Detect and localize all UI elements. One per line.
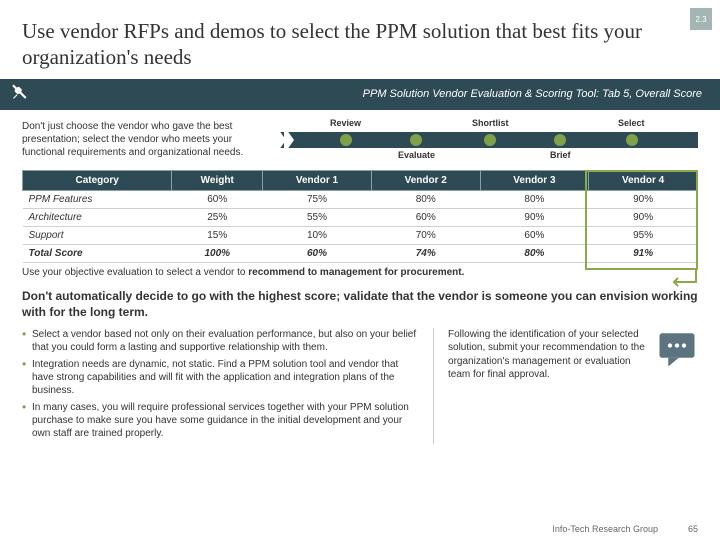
footer-org: Info-Tech Research Group xyxy=(552,524,658,534)
table-header: Category xyxy=(23,170,172,190)
tool-banner: PPM Solution Vendor Evaluation & Scoring… xyxy=(0,79,720,110)
step-brief: Brief xyxy=(550,150,571,160)
intro-text: Don't just choose the vendor who gave th… xyxy=(22,120,270,159)
chat-icon xyxy=(656,328,698,370)
use-objective-text: Use your objective evaluation to select … xyxy=(22,267,698,278)
page-title: Use vendor RFPs and demos to select the … xyxy=(22,18,698,71)
step-shortlist: Shortlist xyxy=(472,118,509,128)
list-item: Select a vendor based not only on their … xyxy=(22,328,419,354)
table-header: Vendor 2 xyxy=(371,170,480,190)
list-item: Integration needs are dynamic, not stati… xyxy=(22,358,419,397)
table-row: PPM Features60%75%80%80%90% xyxy=(23,190,698,208)
table-header: Vendor 3 xyxy=(480,170,589,190)
table-header: Vendor 4 xyxy=(589,170,698,190)
table-row: Total Score100%60%74%80%91% xyxy=(23,244,698,262)
footer: Info-Tech Research Group 65 xyxy=(552,524,698,534)
table-row: Support15%10%70%60%95% xyxy=(23,226,698,244)
table-header: Vendor 1 xyxy=(263,170,372,190)
tools-icon xyxy=(10,83,32,106)
process-diagram: Review Evaluate Shortlist Brief Select xyxy=(280,116,698,164)
callout-arrow-icon xyxy=(666,268,700,290)
dont-auto-text: Don't automatically decide to go with th… xyxy=(22,288,698,320)
list-item: In many cases, you will require professi… xyxy=(22,401,419,440)
step-select: Select xyxy=(618,118,645,128)
table-header: Weight xyxy=(172,170,263,190)
side-note: Following the identification of your sel… xyxy=(448,328,646,382)
table-row: Architecture25%55%60%90%90% xyxy=(23,208,698,226)
step-evaluate: Evaluate xyxy=(398,150,435,160)
bullet-list: Select a vendor based not only on their … xyxy=(22,328,419,444)
step-review: Review xyxy=(330,118,361,128)
banner-text: PPM Solution Vendor Evaluation & Scoring… xyxy=(32,88,710,100)
scoring-table: CategoryWeightVendor 1Vendor 2Vendor 3Ve… xyxy=(22,170,698,263)
section-badge: 2.3 xyxy=(690,8,712,30)
footer-page-number: 65 xyxy=(688,524,698,534)
